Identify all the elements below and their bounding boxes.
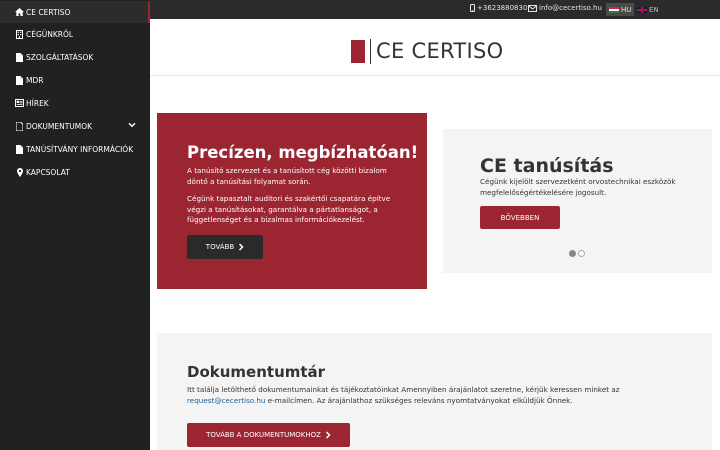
sidebar-item-label: KAPCSOLAT	[26, 167, 70, 177]
document-library-section: Dokumentumtár Itt találja letölthető dok…	[157, 333, 712, 450]
carousel-dot-1[interactable]	[569, 250, 576, 257]
hero-card: Precízen, megbízhatóan! A tanúsító szerv…	[157, 113, 427, 289]
language-en[interactable]: EN	[634, 3, 662, 16]
logo-mark[interactable]	[351, 40, 365, 63]
sidebar-item-kapcsolat[interactable]: KAPCSOLAT	[0, 161, 150, 183]
phone-icon	[470, 4, 475, 12]
hero-more-button[interactable]: TOVÁBB	[187, 235, 263, 259]
chevron-right-icon	[239, 243, 244, 251]
sidebar-item-label: CÉGÜNKRŐL	[26, 29, 74, 39]
language-code: EN	[649, 5, 659, 14]
carousel-more-button[interactable]: BŐVEBBEN	[480, 206, 560, 229]
button-label: TOVÁBB A DOKUMENTUMOKHOZ	[206, 431, 321, 439]
hero-title: Precízen, megbízhatóan!	[187, 143, 419, 162]
email-link[interactable]: info@cecertiso.hu	[528, 4, 602, 12]
hero-paragraph-2: Cégünk tapasztalt auditori és szakértői …	[187, 194, 391, 224]
hungarian-flag-icon	[609, 6, 619, 13]
documents-button[interactable]: TOVÁBB A DOKUMENTUMOKHOZ	[187, 423, 350, 447]
carousel: CE tanúsítás Cégünk kijelölt szervezetké…	[443, 129, 712, 273]
site-header: CE CERTISO	[150, 19, 720, 76]
request-email-link[interactable]: request@cecertiso.hu	[187, 396, 265, 405]
sidebar-item-label: TANÚSÍTVÁNY INFORMÁCIÓK	[26, 144, 134, 154]
language-code: HU	[621, 5, 632, 14]
sidebar-item-tanusitvany-informaciok[interactable]: TANÚSÍTVÁNY INFORMÁCIÓK	[0, 138, 150, 160]
sidebar-item-hirek[interactable]: HÍREK	[0, 92, 150, 114]
phone-number: +3623880830	[477, 4, 528, 12]
sidebar-item-ce-certiso[interactable]: CE CERTISO	[0, 1, 150, 23]
sidebar-item-szolgaltatasok[interactable]: SZOLGÁLTATÁSOK	[0, 46, 150, 68]
document-library-title: Dokumentumtár	[187, 363, 326, 381]
carousel-title: CE tanúsítás	[480, 155, 614, 177]
carousel-dot-2[interactable]	[578, 250, 585, 257]
brand-name[interactable]: CE CERTISO	[376, 39, 503, 63]
uk-flag-icon	[637, 6, 647, 13]
email-address: info@cecertiso.hu	[539, 4, 602, 12]
home-icon	[15, 7, 24, 17]
sidebar-item-label: MDR	[26, 75, 44, 85]
sidebar-item-label: DOKUMENTUMOK	[26, 121, 93, 131]
sidebar-item-label: HÍREK	[26, 98, 49, 108]
newspaper-icon	[15, 98, 24, 108]
envelope-icon	[528, 4, 537, 12]
carousel-text: Cégünk kijelölt szervezetként orvostechn…	[480, 177, 676, 197]
phone-link[interactable]: +3623880830	[470, 4, 527, 12]
button-label: TOVÁBB	[205, 243, 235, 251]
document-library-text: Itt találja letölthető dokumentumainkat …	[187, 384, 687, 406]
document-icon	[15, 52, 24, 62]
document-icon	[15, 75, 24, 85]
document-icon	[15, 121, 24, 131]
button-label: BŐVEBBEN	[500, 213, 540, 222]
language-hu[interactable]: HU	[606, 3, 635, 16]
logo-divider	[370, 39, 371, 64]
document-icon	[15, 144, 24, 154]
building-icon	[15, 29, 24, 39]
top-bar: +3623880830 info@cecertiso.hu HU EN	[150, 0, 720, 19]
sidebar-item-cegunkrol[interactable]: CÉGÜNKRŐL	[0, 23, 150, 45]
sidebar: CE CERTISO CÉGÜNKRŐL SZOLGÁLTATÁSOK MDR …	[0, 0, 150, 450]
document-text-before: Itt találja letölthető dokumentumainkat …	[187, 385, 620, 394]
document-text-after: e-mailcímen. Az árajánlathoz szükséges r…	[267, 396, 573, 405]
sidebar-item-label: SZOLGÁLTATÁSOK	[26, 52, 94, 62]
sidebar-item-dokumentumok[interactable]: DOKUMENTUMOK	[0, 115, 150, 137]
map-marker-icon	[15, 167, 24, 177]
sidebar-item-mdr[interactable]: MDR	[0, 69, 150, 91]
sidebar-item-label: CE CERTISO	[26, 7, 71, 17]
chevron-down-icon[interactable]	[128, 121, 136, 130]
chevron-right-icon	[325, 431, 331, 439]
hero-paragraph-1: A tanúsító szervezet és a tanúsított cég…	[187, 166, 387, 186]
